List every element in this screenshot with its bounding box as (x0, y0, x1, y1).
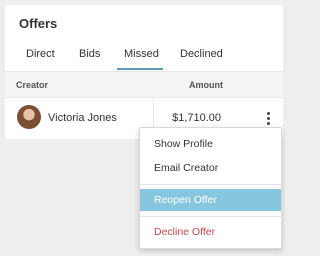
column-header-creator: Creator (16, 80, 49, 90)
active-tab-indicator (117, 68, 163, 70)
tab-bids[interactable]: Bids (79, 48, 100, 60)
creator-name: Victoria Jones (48, 112, 117, 124)
table-header: Creator Amount (5, 71, 283, 98)
tab-direct[interactable]: Direct (26, 48, 55, 60)
row-actions-menu: Show Profile Email Creator Reopen Offer … (139, 127, 282, 249)
avatar (17, 105, 41, 129)
panel-title: Offers (19, 16, 58, 31)
menu-separator (140, 216, 281, 217)
menu-separator (140, 184, 281, 185)
tab-missed[interactable]: Missed (124, 48, 159, 60)
offers-panel: Offers Direct Bids Missed Declined Creat… (5, 5, 283, 139)
menu-item-show-profile[interactable]: Show Profile (140, 133, 281, 155)
menu-item-email-creator[interactable]: Email Creator (140, 157, 281, 179)
more-vertical-icon[interactable] (261, 110, 275, 126)
menu-item-reopen-offer[interactable]: Reopen Offer (140, 189, 281, 211)
tab-declined[interactable]: Declined (180, 48, 223, 60)
offer-amount: $1,710.00 (172, 112, 221, 124)
menu-item-decline-offer[interactable]: Decline Offer (140, 221, 281, 243)
column-header-amount: Amount (189, 80, 223, 90)
offer-tabs: Direct Bids Missed Declined (5, 43, 283, 69)
